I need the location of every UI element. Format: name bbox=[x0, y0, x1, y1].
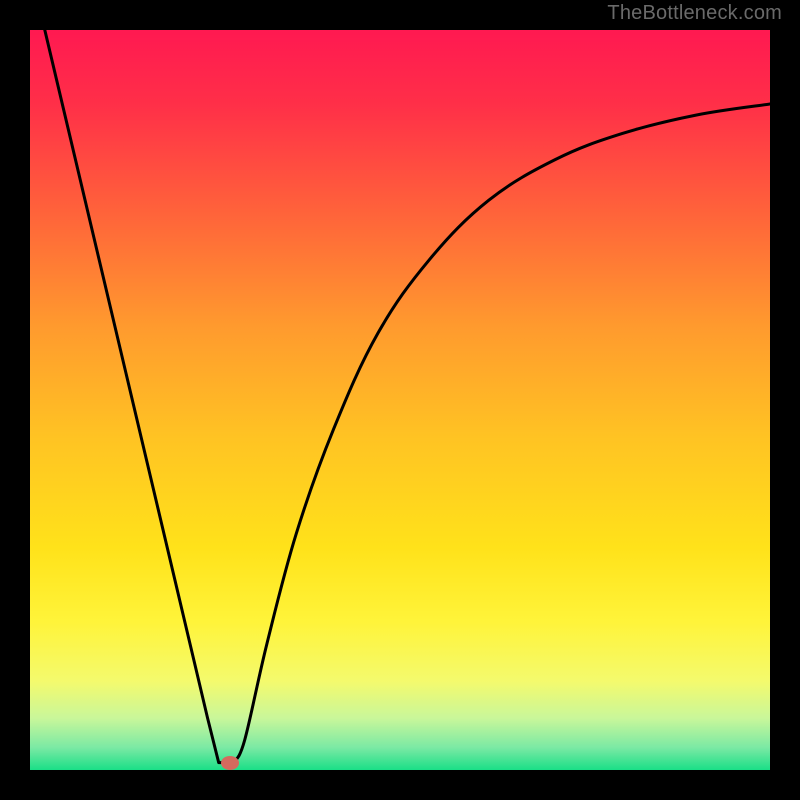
watermark-text: TheBottleneck.com bbox=[607, 2, 782, 25]
minimum-marker bbox=[221, 756, 239, 770]
plot-area bbox=[30, 30, 770, 770]
chart-container: TheBottleneck.com bbox=[0, 0, 800, 800]
bottleneck-curve bbox=[45, 30, 770, 763]
curve-layer bbox=[30, 30, 770, 770]
